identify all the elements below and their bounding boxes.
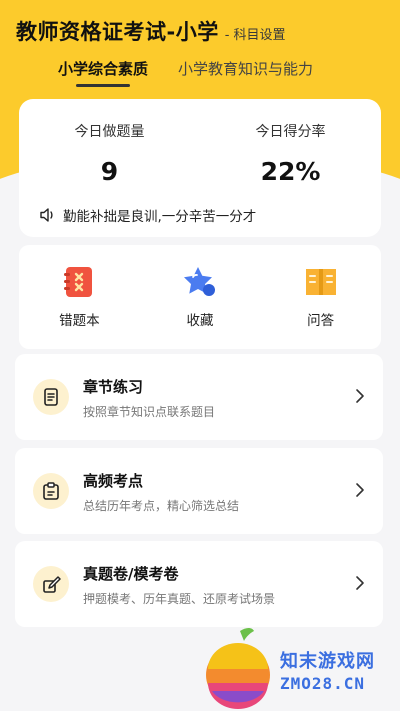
chapter-practice-title: 章节练习 — [83, 378, 144, 396]
score-rate-stat: 今日得分率 22% — [200, 121, 381, 186]
tab-primary-comprehensive[interactable]: 小学综合素质 — [58, 58, 148, 87]
qa-label: 问答 — [307, 313, 335, 329]
chevron-right-icon — [356, 576, 364, 590]
high-frequency-points-item[interactable]: 高频考点 总结历年考点，精心筛选总结 — [15, 448, 383, 534]
past-mock-papers-item[interactable]: 真题卷/模考卷 押题模考、历年真题、还原考试场景 — [15, 541, 383, 627]
tab-primary-education-knowledge[interactable]: 小学教育知识与能力 — [178, 58, 313, 85]
score-rate-value: 22% — [260, 157, 321, 186]
score-rate-label: 今日得分率 — [255, 124, 326, 140]
watermark-cn-text: 知末游戏网 — [280, 651, 375, 672]
watermark-en-text: ZMO28.CN — [280, 674, 366, 693]
high-frequency-title: 高频考点 — [83, 472, 144, 490]
motto-text: 勤能补拙是良训,一分辛苦一分才 — [63, 209, 257, 225]
motto: 勤能补拙是良训,一分辛苦一分才 — [39, 205, 256, 225]
chapter-practice-item[interactable]: 章节练习 按照章节知识点联系题目 — [15, 354, 383, 440]
star-icon — [184, 267, 215, 296]
today-count-stat: 今日做题量 9 — [19, 121, 200, 186]
pen-paper-icon — [43, 576, 61, 593]
chapter-practice-icon-wrap — [33, 379, 69, 415]
favorites-shortcut[interactable]: 收藏 — [140, 245, 261, 349]
today-count-label: 今日做题量 — [74, 124, 145, 140]
apple-logo-icon — [206, 628, 270, 709]
past-papers-title: 真题卷/模考卷 — [83, 565, 179, 583]
header: 教师资格证考试-小学 - 科目设置 — [16, 16, 384, 46]
wrong-book-shortcut[interactable]: 错题本 — [19, 245, 140, 349]
document-icon — [44, 388, 58, 406]
today-count-value: 9 — [100, 157, 119, 186]
watermark: 知末游戏网 ZMO28.CN — [200, 625, 400, 711]
past-papers-subtitle: 押题模考、历年真题、还原考试场景 — [83, 592, 276, 606]
favorites-label: 收藏 — [186, 313, 214, 329]
qa-book-icon — [305, 269, 336, 295]
clipboard-icon — [43, 482, 59, 500]
past-papers-icon-wrap — [33, 566, 69, 602]
speaker-icon — [40, 208, 53, 222]
wrong-book-label: 错题本 — [59, 313, 100, 329]
qa-shortcut[interactable]: 问答 — [260, 245, 381, 349]
high-frequency-icon-wrap — [33, 473, 69, 509]
chapter-practice-subtitle: 按照章节知识点联系题目 — [83, 405, 216, 419]
high-frequency-subtitle: 总结历年考点，精心筛选总结 — [83, 499, 240, 513]
chevron-right-icon — [356, 389, 364, 403]
shortcut-card: 错题本 收藏 问答 — [19, 245, 381, 349]
subject-tabs: 小学综合素质 小学教育知识与能力 — [58, 58, 360, 87]
wrong-book-icon — [64, 267, 93, 297]
app-title: 教师资格证考试-小学 — [16, 20, 219, 44]
chevron-right-icon — [356, 483, 364, 497]
stats-card: 今日做题量 9 今日得分率 22% 勤能补拙是良训,一分辛苦一分才 — [19, 99, 381, 237]
subject-setting-link[interactable]: - 科目设置 — [225, 24, 286, 43]
